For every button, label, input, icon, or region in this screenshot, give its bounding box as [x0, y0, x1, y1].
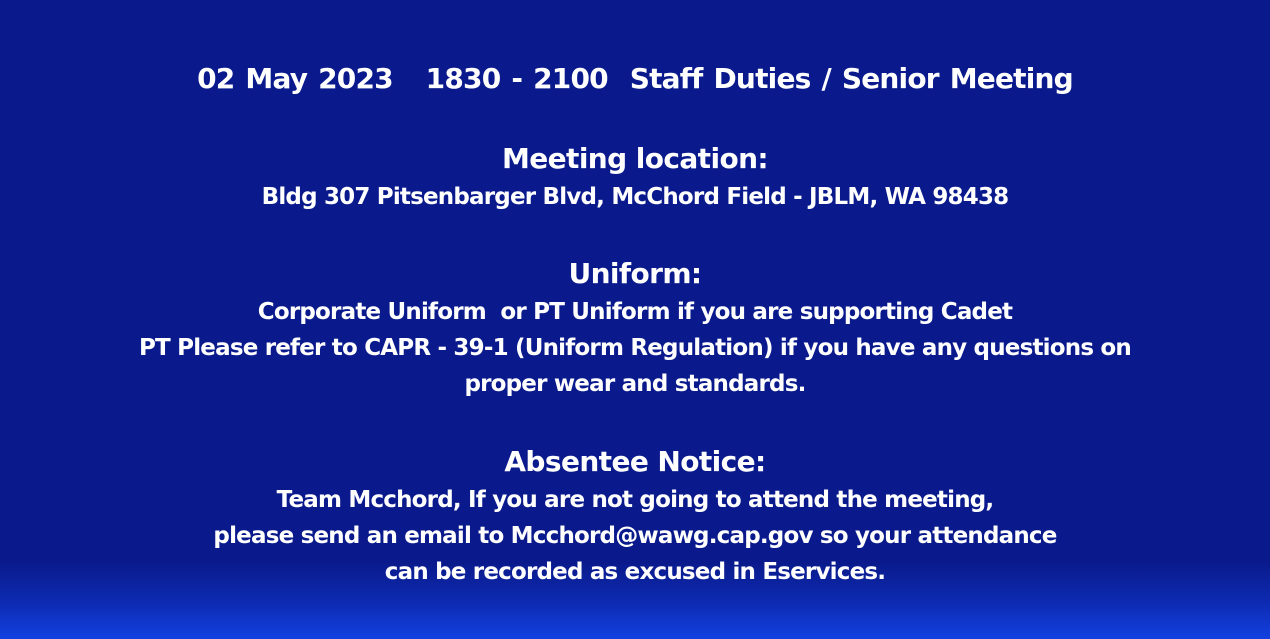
- event-title: 02 May 2023 1830 - 2100 Staff Duties / S…: [197, 62, 1074, 95]
- absentee-line-2: please send an email to Mcchord@wawg.cap…: [213, 523, 1057, 549]
- uniform-line-1: Corporate Uniform or PT Uniform if you a…: [257, 299, 1013, 325]
- location-heading: Meeting location:: [501, 142, 769, 175]
- uniform-line-2: PT Please refer to CAPR - 39-1 (Uniform …: [139, 335, 1132, 361]
- meeting-announcement-slide: 02 May 2023 1830 - 2100 Staff Duties / S…: [0, 0, 1270, 639]
- location-address: Bldg 307 Pitsenbarger Blvd, McChord Fiel…: [261, 184, 1010, 210]
- uniform-heading: Uniform:: [568, 257, 702, 290]
- absentee-heading: Absentee Notice:: [504, 445, 766, 478]
- absentee-line-3: can be recorded as excused in Eservices.: [384, 559, 886, 585]
- absentee-line-1: Team Mcchord, If you are not going to at…: [276, 487, 995, 513]
- uniform-line-3: proper wear and standards.: [464, 371, 806, 397]
